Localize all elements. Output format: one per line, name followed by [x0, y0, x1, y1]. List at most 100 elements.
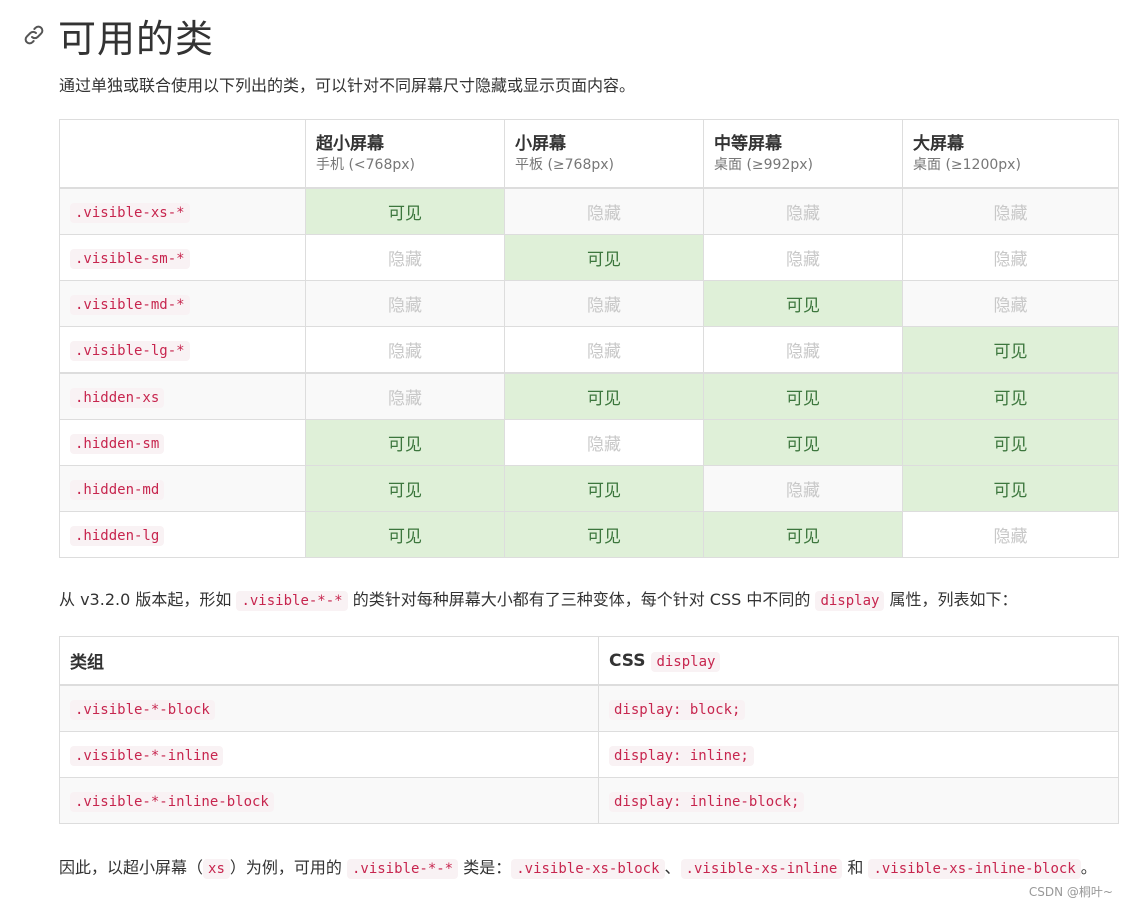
header-md: 中等屏幕桌面 (≥992px) [703, 119, 903, 189]
code-snippet: .visible-xs-* [70, 203, 190, 223]
class-name-cell: .hidden-md [59, 465, 306, 512]
page-title: 可用的类 [58, 16, 215, 61]
para3-text-6: 。 [1080, 858, 1097, 877]
visible-cell: 可见 [902, 419, 1119, 466]
class-cell: .visible-*-inline-block [59, 777, 599, 824]
table-header-row: 类组 CSS display [59, 636, 1119, 686]
visible-cell: 可见 [703, 372, 903, 420]
hidden-cell: 隐藏 [703, 234, 903, 281]
availability-table-body: .visible-xs-* 可见 隐藏 隐藏 隐藏 .visible-sm-* 隐藏 可见 隐藏… [59, 187, 1119, 558]
hidden-cell: 隐藏 [902, 511, 1119, 558]
table-row: .hidden-lg 可见 可见 可见 隐藏 [59, 511, 1119, 558]
visible-cell: 可见 [305, 187, 505, 235]
header-sm: 小屏幕平板 (≥768px) [504, 119, 704, 189]
header-name: 小屏幕 [515, 133, 566, 154]
header-css-display: CSS display [598, 636, 1119, 686]
header-css-text: CSS [609, 650, 652, 671]
code-snippet: .visible-*-block [70, 700, 215, 720]
code-snippet: .visible-xs-inline-block [868, 859, 1081, 879]
code-snippet: xs [203, 859, 230, 879]
class-name-cell: .visible-md-* [59, 280, 306, 327]
table-row: .visible-xs-* 可见 隐藏 隐藏 隐藏 [59, 187, 1119, 235]
title-row: 可用的类 [20, 10, 215, 61]
example-paragraph: 因此，以超小屏幕（ xs ）为例，可用的 .visible-*-* 类是： .visi… [59, 852, 1099, 885]
table-row: .hidden-md 可见 可见 隐藏 可见 [59, 465, 1119, 512]
class-name-cell: .hidden-sm [59, 419, 306, 466]
code-snippet: .visible-*-* [236, 591, 348, 611]
class-name-cell: .visible-sm-* [59, 234, 306, 281]
hidden-cell: 隐藏 [305, 234, 505, 281]
hidden-cell: 隐藏 [305, 372, 505, 420]
code-snippet: .visible-*-inline-block [70, 792, 274, 812]
class-name-cell: .hidden-lg [59, 511, 306, 558]
css-cell: display: inline; [598, 731, 1119, 778]
code-snippet: .visible-xs-block [511, 859, 665, 879]
para3-text-4: 、 [664, 858, 681, 877]
code-snippet: .hidden-xs [70, 388, 165, 408]
visible-cell: 可见 [504, 372, 704, 420]
para3-text-5: 和 [842, 858, 869, 877]
header-name: 超小屏幕 [316, 133, 384, 154]
code-snippet: .visible-lg-* [70, 341, 190, 361]
hidden-cell: 隐藏 [504, 280, 704, 327]
class-cell: .visible-*-inline [59, 731, 599, 778]
para3-text-1: 因此，以超小屏幕（ [59, 858, 204, 877]
header-xs: 超小屏幕手机 (<768px) [305, 119, 505, 189]
para2-text-3: 属性，列表如下： [884, 590, 1018, 609]
para3-text-2: ）为例，可用的 [229, 858, 347, 877]
visible-cell: 可见 [703, 511, 903, 558]
hidden-cell: 隐藏 [305, 280, 505, 327]
hidden-cell: 隐藏 [902, 187, 1119, 235]
header-class-group: 类组 [59, 636, 599, 686]
table-row: .visible-sm-* 隐藏 可见 隐藏 隐藏 [59, 234, 1119, 281]
hidden-cell: 隐藏 [703, 326, 903, 374]
para3-text-3: 类是： [458, 858, 512, 877]
table-row: .visible-*-block display: block; [59, 684, 1119, 732]
code-snippet: display: inline-block; [609, 792, 805, 812]
link-icon[interactable] [20, 21, 48, 49]
hidden-cell: 隐藏 [504, 187, 704, 235]
hidden-cell: 隐藏 [703, 187, 903, 235]
visible-cell: 可见 [902, 326, 1119, 374]
visible-cell: 可见 [305, 419, 505, 466]
code-snippet: .hidden-sm [70, 434, 165, 454]
css-cell: display: block; [598, 684, 1119, 732]
code-snippet: .visible-xs-inline [680, 859, 843, 879]
version-paragraph: 从 v3.2.0 版本起，形如 .visible-*-* 的类针对每种屏幕大小都… [59, 588, 1018, 613]
visible-cell: 可见 [504, 465, 704, 512]
visible-cell: 可见 [703, 419, 903, 466]
table-row: .visible-md-* 隐藏 隐藏 可见 隐藏 [59, 280, 1119, 327]
hidden-cell: 隐藏 [504, 419, 704, 466]
code-snippet: .visible-*-inline [70, 746, 224, 766]
header-sub: 桌面 (≥992px) [714, 156, 813, 173]
header-sub: 桌面 (≥1200px) [913, 156, 1021, 173]
table-row: .visible-lg-* 隐藏 隐藏 隐藏 可见 [59, 326, 1119, 374]
watermark: CSDN @桐叶~ [1028, 885, 1113, 899]
visible-cell: 可见 [305, 511, 505, 558]
header-lg: 大屏幕桌面 (≥1200px) [902, 119, 1119, 189]
header-sub: 手机 (<768px) [316, 156, 415, 173]
table-row: .hidden-sm 可见 隐藏 可见 可见 [59, 419, 1119, 466]
visible-cell: 可见 [504, 234, 704, 281]
code-snippet: display: inline; [609, 746, 754, 766]
visible-cell: 可见 [504, 511, 704, 558]
intro-text: 通过单独或联合使用以下列出的类，可以针对不同屏幕尺寸隐藏或显示页面内容。 [59, 76, 636, 95]
code-snippet: display: block; [609, 700, 746, 720]
hidden-cell: 隐藏 [703, 465, 903, 512]
code-snippet: .visible-*-* [346, 859, 459, 879]
table-row: .visible-*-inline display: inline; [59, 731, 1119, 778]
code-snippet: .hidden-lg [70, 526, 165, 546]
header-name: 大屏幕 [913, 133, 964, 154]
code-snippet: display [815, 591, 885, 611]
table-header-row: 超小屏幕手机 (<768px) 小屏幕平板 (≥768px) 中等屏幕桌面 (≥… [59, 119, 1119, 189]
css-cell: display: inline-block; [598, 777, 1119, 824]
header-sub: 平板 (≥768px) [515, 156, 614, 173]
code-snippet: .visible-sm-* [70, 249, 190, 269]
hidden-cell: 隐藏 [902, 280, 1119, 327]
visible-cell: 可见 [305, 465, 505, 512]
class-name-cell: .visible-xs-* [59, 187, 306, 235]
class-cell: .visible-*-block [59, 684, 599, 732]
visible-cell: 可见 [902, 465, 1119, 512]
para2-text-2: 的类针对每种屏幕大小都有了三种变体，每个针对 CSS 中不同的 [347, 590, 816, 609]
header-name: 中等屏幕 [714, 133, 782, 154]
